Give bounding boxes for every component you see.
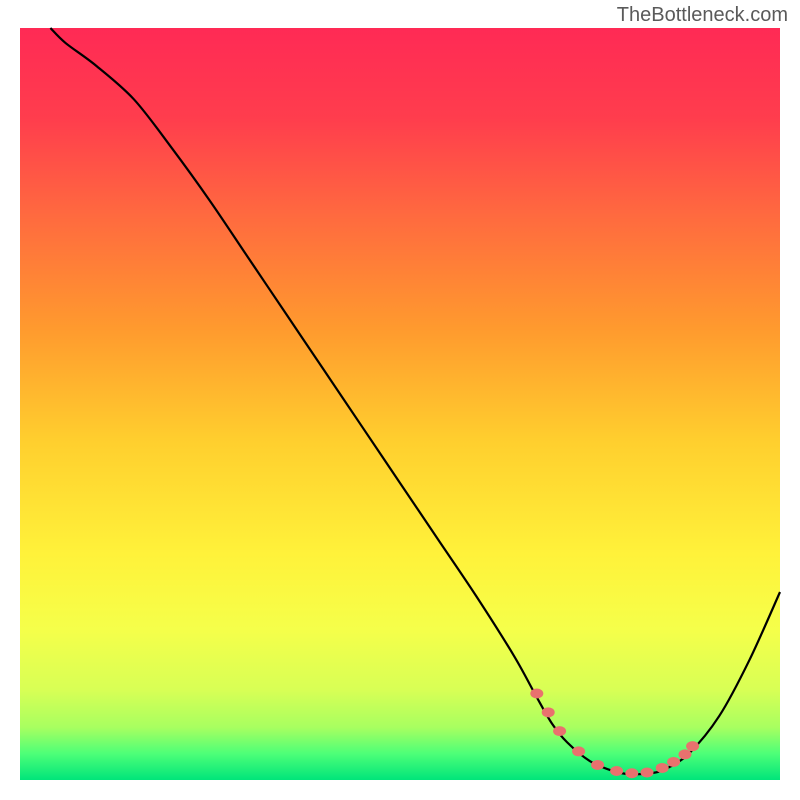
highlight-point (610, 766, 623, 776)
chart-container: TheBottleneck.com (0, 0, 800, 800)
highlight-point (530, 689, 543, 699)
highlight-point (679, 749, 692, 759)
highlight-point (656, 763, 669, 773)
bottleneck-chart (0, 0, 800, 800)
highlight-point (542, 707, 555, 717)
highlight-point (641, 767, 654, 777)
highlight-point (686, 741, 699, 751)
highlight-point (553, 726, 566, 736)
highlight-point (625, 768, 638, 778)
highlight-point (572, 746, 585, 756)
highlight-point (591, 760, 604, 770)
highlight-point (667, 757, 680, 767)
watermark-text: TheBottleneck.com (617, 4, 788, 27)
plot-background (20, 28, 780, 780)
